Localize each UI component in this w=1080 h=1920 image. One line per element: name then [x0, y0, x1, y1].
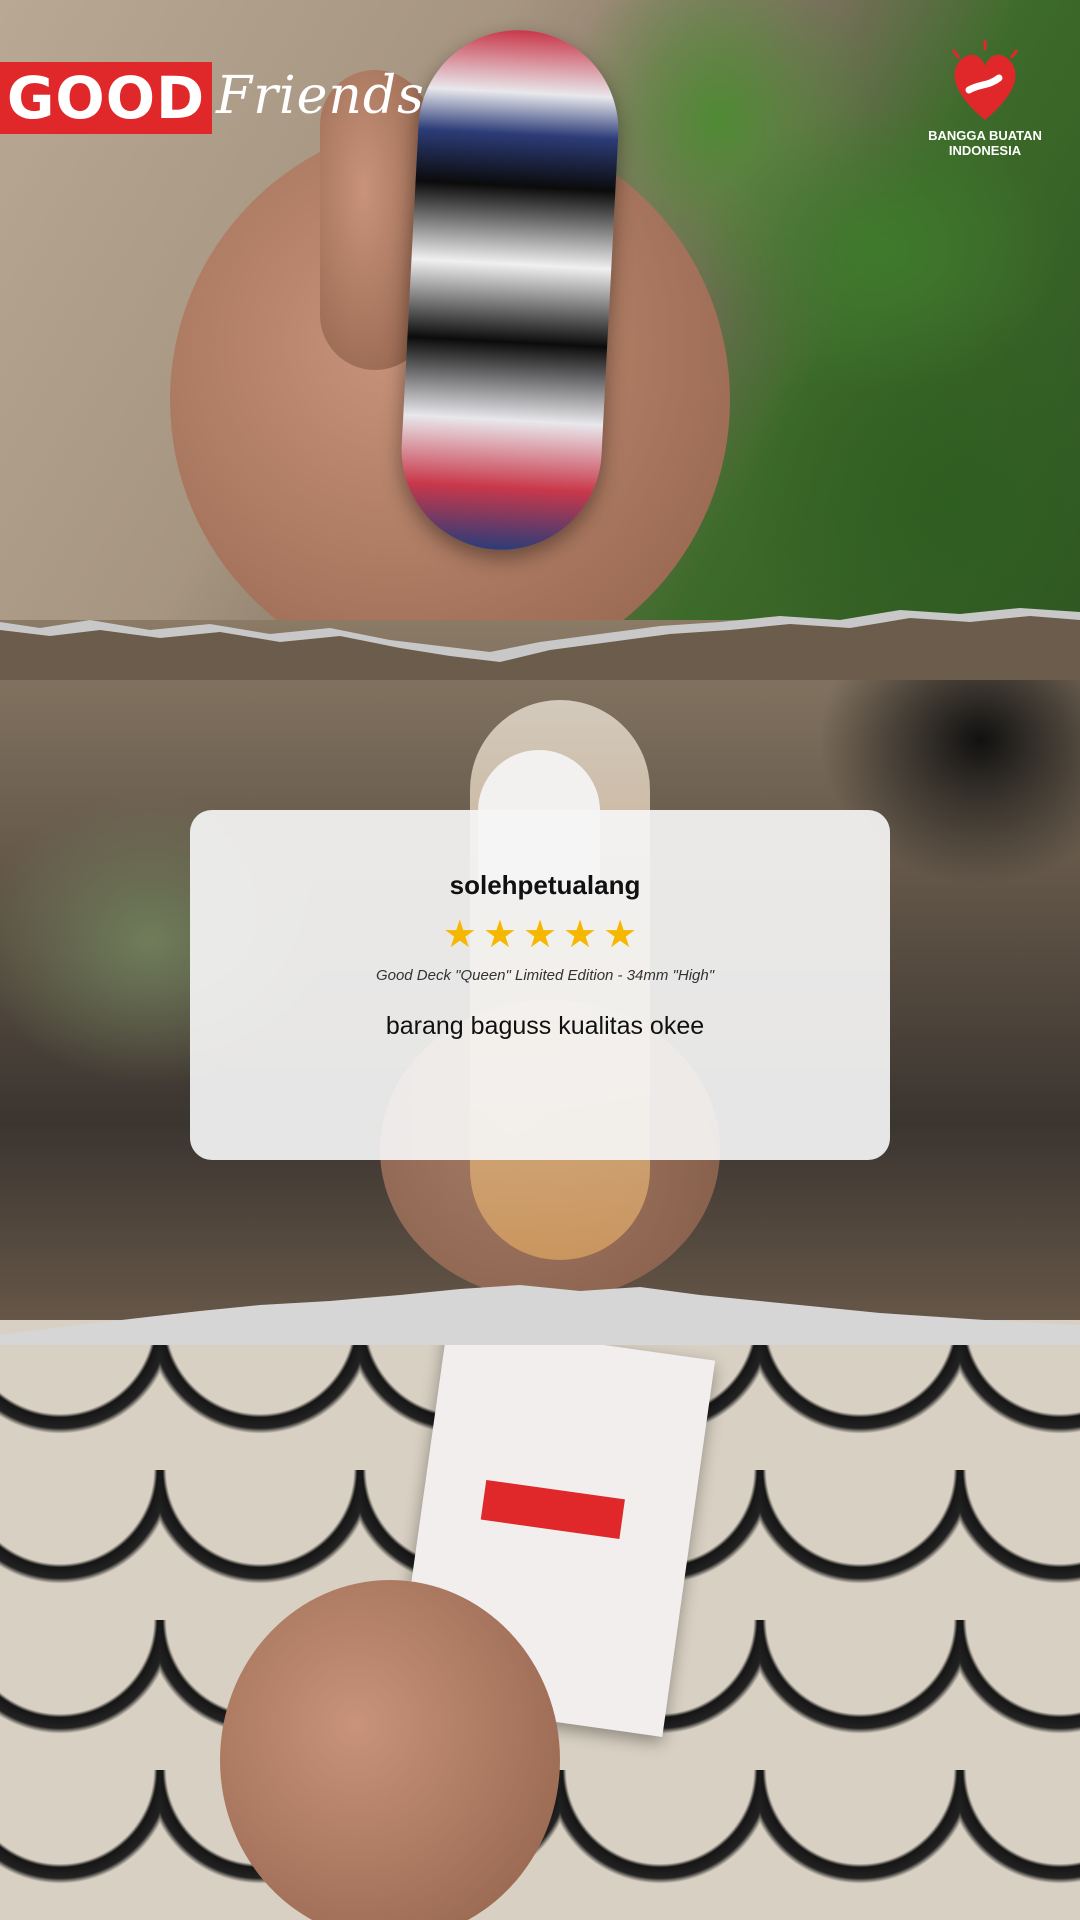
star-icon: ★ — [442, 914, 477, 956]
torn-paper-divider-top — [0, 600, 1080, 680]
star-icon: ★ — [603, 914, 638, 956]
torn-paper-divider-bottom — [0, 1265, 1080, 1345]
heart-hand-icon — [951, 40, 1019, 120]
review-rating-stars: ★ ★ ★ ★ ★ — [190, 915, 890, 955]
bottom-hand-shape — [220, 1580, 560, 1920]
badge-text-line2: INDONESIA — [948, 143, 1022, 158]
review-product-name: Good Deck "Queen" Limited Edition - 34mm… — [375, 967, 715, 984]
star-icon: ★ — [522, 914, 558, 956]
review-username: solehpetualang — [449, 870, 641, 900]
logo-good: GOOD — [0, 62, 212, 134]
star-icon: ★ — [563, 914, 598, 956]
photo-deck-package — [0, 1320, 1080, 1920]
package-good-label — [480, 1479, 625, 1540]
logo-friends-script: Friends — [216, 66, 425, 126]
bangga-buatan-indonesia-badge: BANGGA BUATAN INDONESIA — [915, 40, 1055, 170]
fingerboard-deck — [396, 25, 624, 555]
review-card: solehpetualang ★ ★ ★ ★ ★ Good Deck "Quee… — [190, 810, 890, 1160]
star-icon: ★ — [482, 914, 517, 956]
badge-text-line1: BANGGA BUATAN — [928, 128, 1042, 143]
review-text: barang baguss kualitas okee — [385, 1012, 705, 1040]
badge-text: BANGGA BUATAN INDONESIA — [915, 128, 1055, 158]
